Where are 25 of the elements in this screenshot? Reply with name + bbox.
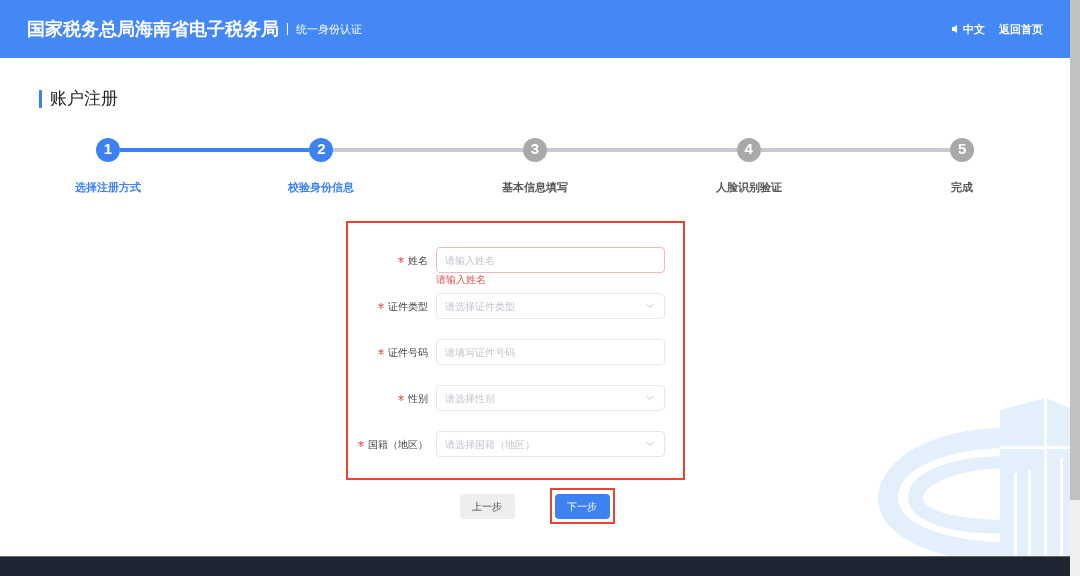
field-label: 证件类型 xyxy=(387,299,428,314)
back-button[interactable]: 上一步 xyxy=(459,494,515,519)
step-number: 4 xyxy=(736,137,761,162)
step-label: 基本信息填写 xyxy=(502,179,568,195)
step-number: 2 xyxy=(309,137,334,162)
step-label: 人脸识别验证 xyxy=(715,179,782,195)
site-subtitle: 统一身份认证 xyxy=(296,21,362,37)
field-label: 姓名 xyxy=(407,253,428,268)
step-number: 5 xyxy=(950,137,975,162)
site-title: 国家税务总局海南省电子税务局 xyxy=(27,17,279,41)
step-number: 1 xyxy=(95,137,120,162)
step-number: 3 xyxy=(523,137,547,162)
language-link[interactable]: 中文 xyxy=(963,20,985,38)
scrollbar[interactable] xyxy=(1070,0,1080,576)
field-label: 性别 xyxy=(407,391,428,406)
error-message: 请输入姓名 xyxy=(435,274,487,286)
home-link[interactable]: 返回首页 xyxy=(999,20,1043,38)
field-label: 证件号码 xyxy=(387,345,428,360)
page-title: 账户注册 xyxy=(50,88,118,110)
next-button[interactable]: 下一步 xyxy=(554,494,610,519)
step-label: 选择注册方式 xyxy=(74,179,141,195)
step-label: 校验身份信息 xyxy=(288,179,355,195)
speaker-icon xyxy=(952,25,959,33)
field-label: 国籍（地区） xyxy=(367,437,428,452)
step-label: 完成 xyxy=(951,179,974,195)
